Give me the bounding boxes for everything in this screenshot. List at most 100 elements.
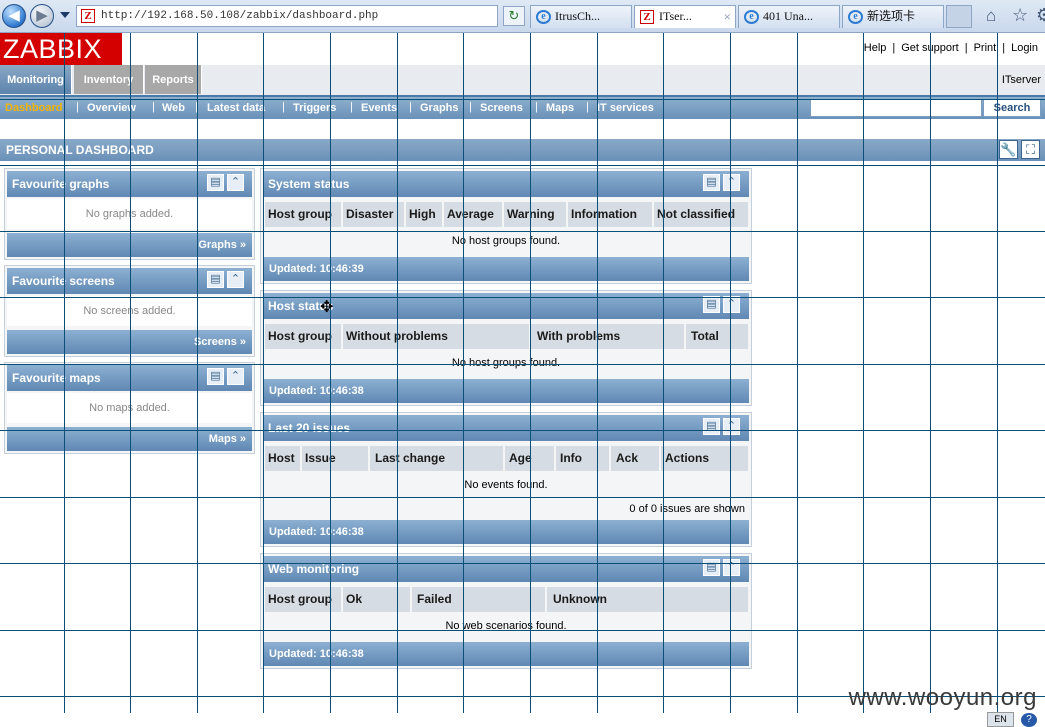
collapse-icon[interactable]: ⌃ <box>723 559 740 576</box>
submenu-events[interactable]: Events <box>361 102 397 114</box>
table-header: Host Issue Last change Age Info Ack Acti… <box>265 446 748 471</box>
wrench-icon[interactable]: 🔧 <box>999 140 1018 159</box>
column-header[interactable]: Failed <box>412 587 545 612</box>
address-bar[interactable]: Z http://192.168.50.108/zabbix/dashboard… <box>76 5 571 27</box>
column-header[interactable]: Issue <box>302 446 368 471</box>
menu-tab-reports[interactable]: Reports <box>145 65 202 94</box>
collapse-icon[interactable]: ⌃ <box>723 418 740 435</box>
submenu-graphs[interactable]: Graphs <box>420 102 459 114</box>
submenu-dashboard[interactable]: Dashboard <box>5 102 62 114</box>
collapse-icon[interactable]: ⌃ <box>227 368 244 385</box>
web-monitoring-widget: Web monitoring ▤ ⌃ Host group Ok Failed … <box>260 553 752 669</box>
help-link[interactable]: Help <box>864 42 887 54</box>
column-header[interactable]: Host <box>265 446 300 471</box>
search-button[interactable]: Search <box>983 99 1041 117</box>
back-button[interactable]: ◀ <box>2 4 26 28</box>
menu-tab-inventory[interactable]: Inventory <box>74 65 144 94</box>
menu-icon[interactable]: ▤ <box>703 296 720 313</box>
submenu-screens[interactable]: Screens <box>480 102 523 114</box>
browser-tab-1[interactable]: e ItrusCh... <box>530 5 632 28</box>
tab-label: 401 Una... <box>763 9 813 23</box>
collapse-icon[interactable]: ⌃ <box>227 271 244 288</box>
menu-icon[interactable]: ▤ <box>703 559 720 576</box>
column-header[interactable]: Not classified <box>654 202 748 227</box>
separator: | <box>964 42 968 54</box>
column-header[interactable]: Average <box>444 202 502 227</box>
grid-line <box>197 33 198 713</box>
column-header[interactable]: Without problems <box>343 324 529 349</box>
column-header[interactable]: Total <box>686 324 748 349</box>
grid-line <box>0 165 1045 166</box>
forward-button[interactable]: ▶ <box>30 4 54 28</box>
submenu-web[interactable]: Web <box>162 102 185 114</box>
column-header[interactable]: With problems <box>531 324 684 349</box>
submenu-it-services[interactable]: IT services <box>597 102 654 114</box>
widget-title: Last 20 issues <box>263 415 749 441</box>
column-header[interactable]: Actions <box>661 446 748 471</box>
separator: | <box>1002 42 1006 54</box>
menu-tab-monitoring[interactable]: Monitoring <box>0 65 72 94</box>
column-header[interactable]: High <box>406 202 442 227</box>
menu-icon[interactable]: ▤ <box>703 174 720 191</box>
column-header[interactable]: Ok <box>343 587 410 612</box>
collapse-icon[interactable]: ⌃ <box>723 174 740 191</box>
submenu-maps[interactable]: Maps <box>546 102 574 114</box>
print-link[interactable]: Print <box>974 42 997 54</box>
address-url[interactable]: http://192.168.50.108/zabbix/dashboard.p… <box>101 10 378 22</box>
grid-line <box>0 430 1045 431</box>
menu-icon[interactable]: ▤ <box>703 418 720 435</box>
ie-icon: e <box>744 10 759 24</box>
last-issues-widget: Last 20 issues ▤ ⌃ Host Issue Last chang… <box>260 412 752 547</box>
separator: | <box>409 101 412 113</box>
column-header[interactable]: Ack <box>611 446 659 471</box>
grid-line <box>0 497 1045 498</box>
move-cursor-icon: ✥ <box>320 299 334 316</box>
updated-time: Updated: 10:46:38 <box>263 379 749 403</box>
grid-line <box>930 33 931 713</box>
new-tab-button[interactable] <box>946 5 972 28</box>
empty-message: No host groups found. <box>451 357 561 369</box>
menu-icon[interactable]: ▤ <box>207 174 224 191</box>
column-header[interactable]: Warning <box>504 202 566 227</box>
zabbix-favicon: Z <box>81 9 95 23</box>
collapse-icon[interactable]: ⌃ <box>227 174 244 191</box>
tools-gear-icon[interactable]: ⚙ <box>1036 5 1045 26</box>
grid-line <box>0 630 1045 631</box>
column-header[interactable]: Unknown <box>547 587 748 612</box>
grid-line <box>463 33 464 713</box>
close-tab-icon[interactable]: × <box>724 6 731 27</box>
tab-label: ItrusCh... <box>555 9 600 23</box>
column-header[interactable]: Info <box>556 446 609 471</box>
separator: | <box>152 101 155 113</box>
separator: | <box>350 101 353 113</box>
submenu-latest-data[interactable]: Latest data <box>207 102 265 114</box>
browser-tab-3[interactable]: e 401 Una... <box>738 5 840 28</box>
tab-label: 新选项卡 <box>867 9 916 23</box>
favorites-star-icon[interactable]: ☆ <box>1012 5 1028 26</box>
history-dropdown-icon[interactable] <box>60 12 70 18</box>
grid-line <box>0 563 1045 564</box>
column-header[interactable]: Disaster <box>343 202 404 227</box>
browser-toolbar: ◀ ▶ Z http://192.168.50.108/zabbix/dashb… <box>0 0 1045 33</box>
home-icon[interactable]: ⌂ <box>986 6 996 26</box>
language-indicator[interactable]: EN <box>987 712 1014 727</box>
host-status-widget: Host status ▤ ⌃ Host group Without probl… <box>260 290 752 406</box>
collapse-icon[interactable]: ⌃ <box>723 296 740 313</box>
grid-line <box>997 33 998 713</box>
browser-tab-4[interactable]: e 新选项卡 <box>842 5 944 28</box>
column-header[interactable]: Information <box>568 202 652 227</box>
grid-line <box>0 297 1045 298</box>
login-link[interactable]: Login <box>1011 42 1038 54</box>
submenu-overview[interactable]: Overview <box>87 102 136 114</box>
menu-icon[interactable]: ▤ <box>207 368 224 385</box>
separator: | <box>282 101 285 113</box>
column-header[interactable]: Last change <box>370 446 503 471</box>
zabbix-logo[interactable]: ZABBIX <box>0 33 122 65</box>
menu-icon[interactable]: ▤ <box>207 271 224 288</box>
browser-tab-2[interactable]: Z ITser... × <box>634 5 736 28</box>
fullscreen-icon[interactable]: ⛶ <box>1021 140 1040 159</box>
grid-line <box>0 364 1045 365</box>
refresh-icon[interactable]: ↻ <box>503 6 525 26</box>
search-input[interactable] <box>810 99 982 117</box>
help-icon[interactable]: ? <box>1021 713 1037 727</box>
